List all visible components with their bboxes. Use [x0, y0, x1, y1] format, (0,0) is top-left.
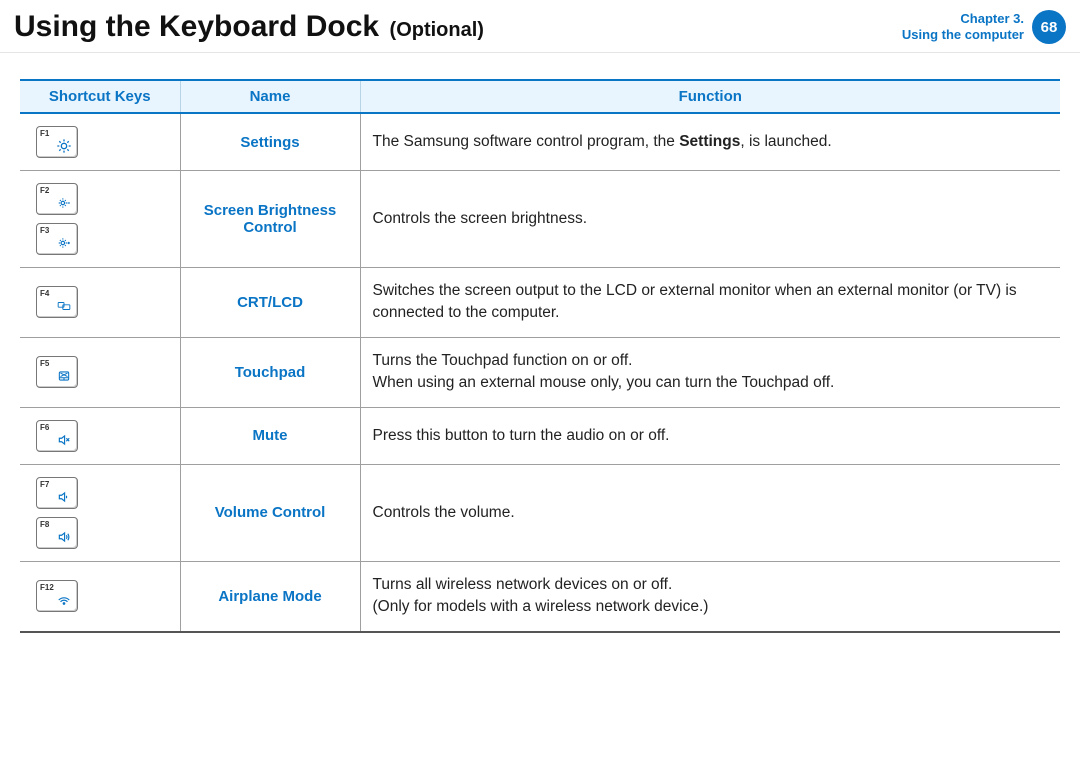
function-cell: Controls the screen brightness.: [360, 171, 1060, 268]
header-function: Function: [360, 80, 1060, 113]
key-f2: F2: [36, 183, 78, 215]
key-label: F8: [40, 520, 49, 529]
table-header-row: Shortcut Keys Name Function: [20, 80, 1060, 113]
table-row: F7 F8 Volume Control Controls the volume…: [20, 464, 1060, 561]
key-f12: F12: [36, 580, 78, 612]
volume-up-icon: [55, 529, 73, 545]
shortcut-table: Shortcut Keys Name Function F1 Settings: [20, 79, 1060, 633]
key-label: F4: [40, 289, 49, 298]
name-cell: Airplane Mode: [180, 561, 360, 631]
key-f3: F3: [36, 223, 78, 255]
table-row: F4 CRT/LCD Switches the screen output to…: [20, 268, 1060, 338]
chapter-line1: Chapter 3.: [902, 11, 1024, 27]
key-cell: F5: [20, 337, 180, 407]
key-label: F2: [40, 186, 49, 195]
key-label: F1: [40, 129, 49, 138]
key-label: F7: [40, 480, 49, 489]
title-block: Using the Keyboard Dock (Optional): [14, 10, 484, 44]
key-cell: F2 F3: [20, 171, 180, 268]
key-label: F5: [40, 359, 49, 368]
brightness-down-icon: [55, 195, 73, 211]
key-label: F3: [40, 226, 49, 235]
function-text: When using an external mouse only, you c…: [373, 372, 1049, 394]
chapter-line2: Using the computer: [902, 27, 1024, 43]
page-number-badge: 68: [1032, 10, 1066, 44]
function-cell: Switches the screen output to the LCD or…: [360, 268, 1060, 338]
function-cell: Controls the volume.: [360, 464, 1060, 561]
function-bold: Settings: [679, 133, 740, 150]
settings-icon: [55, 138, 73, 154]
table-row: F1 Settings The Samsung software control…: [20, 113, 1060, 171]
function-cell: The Samsung software control program, th…: [360, 113, 1060, 171]
crt-lcd-icon: [55, 298, 73, 314]
function-text: The Samsung software control program, th…: [373, 133, 680, 150]
table-row: F2 F3 Screen Brightness Control Controls…: [20, 171, 1060, 268]
airplane-icon: [55, 592, 73, 608]
name-cell: Settings: [180, 113, 360, 171]
key-f1: F1: [36, 126, 78, 158]
touchpad-icon: [55, 368, 73, 384]
key-label: F6: [40, 423, 49, 432]
key-cell: F4: [20, 268, 180, 338]
header-name: Name: [180, 80, 360, 113]
name-cell: CRT/LCD: [180, 268, 360, 338]
function-text: Turns the Touchpad function on or off.: [373, 350, 1049, 372]
table-row: F6 Mute Press this button to turn the au…: [20, 407, 1060, 464]
name-cell: Volume Control: [180, 464, 360, 561]
key-cell: F6: [20, 407, 180, 464]
function-cell: Turns all wireless network devices on or…: [360, 561, 1060, 631]
brightness-up-icon: [55, 235, 73, 251]
key-f5: F5: [36, 356, 78, 388]
key-cell: F1: [20, 113, 180, 171]
function-text: (Only for models with a wireless network…: [373, 596, 1049, 618]
key-f8: F8: [36, 517, 78, 549]
page-header: Using the Keyboard Dock (Optional) Chapt…: [0, 0, 1080, 53]
key-f6: F6: [36, 420, 78, 452]
key-f4: F4: [36, 286, 78, 318]
page-title: Using the Keyboard Dock: [14, 10, 379, 43]
key-cell: F12: [20, 561, 180, 631]
name-cell: Touchpad: [180, 337, 360, 407]
table-row: F12 Airplane Mode Turns all wireless net…: [20, 561, 1060, 631]
name-cell: Screen Brightness Control: [180, 171, 360, 268]
content-area: Shortcut Keys Name Function F1 Settings: [0, 53, 1080, 633]
header-shortcut: Shortcut Keys: [20, 80, 180, 113]
name-cell: Mute: [180, 407, 360, 464]
mute-icon: [55, 432, 73, 448]
key-cell: F7 F8: [20, 464, 180, 561]
page-subtitle: (Optional): [390, 19, 484, 41]
function-text: Turns all wireless network devices on or…: [373, 574, 1049, 596]
function-cell: Press this button to turn the audio on o…: [360, 407, 1060, 464]
header-right: Chapter 3. Using the computer 68: [902, 10, 1066, 44]
volume-down-icon: [55, 489, 73, 505]
table-row: F5 Touchpad Turns the Touchpad function …: [20, 337, 1060, 407]
key-label: F12: [40, 583, 54, 592]
key-f7: F7: [36, 477, 78, 509]
chapter-label: Chapter 3. Using the computer: [902, 11, 1024, 42]
function-cell: Turns the Touchpad function on or off. W…: [360, 337, 1060, 407]
function-text: , is launched.: [740, 133, 831, 150]
